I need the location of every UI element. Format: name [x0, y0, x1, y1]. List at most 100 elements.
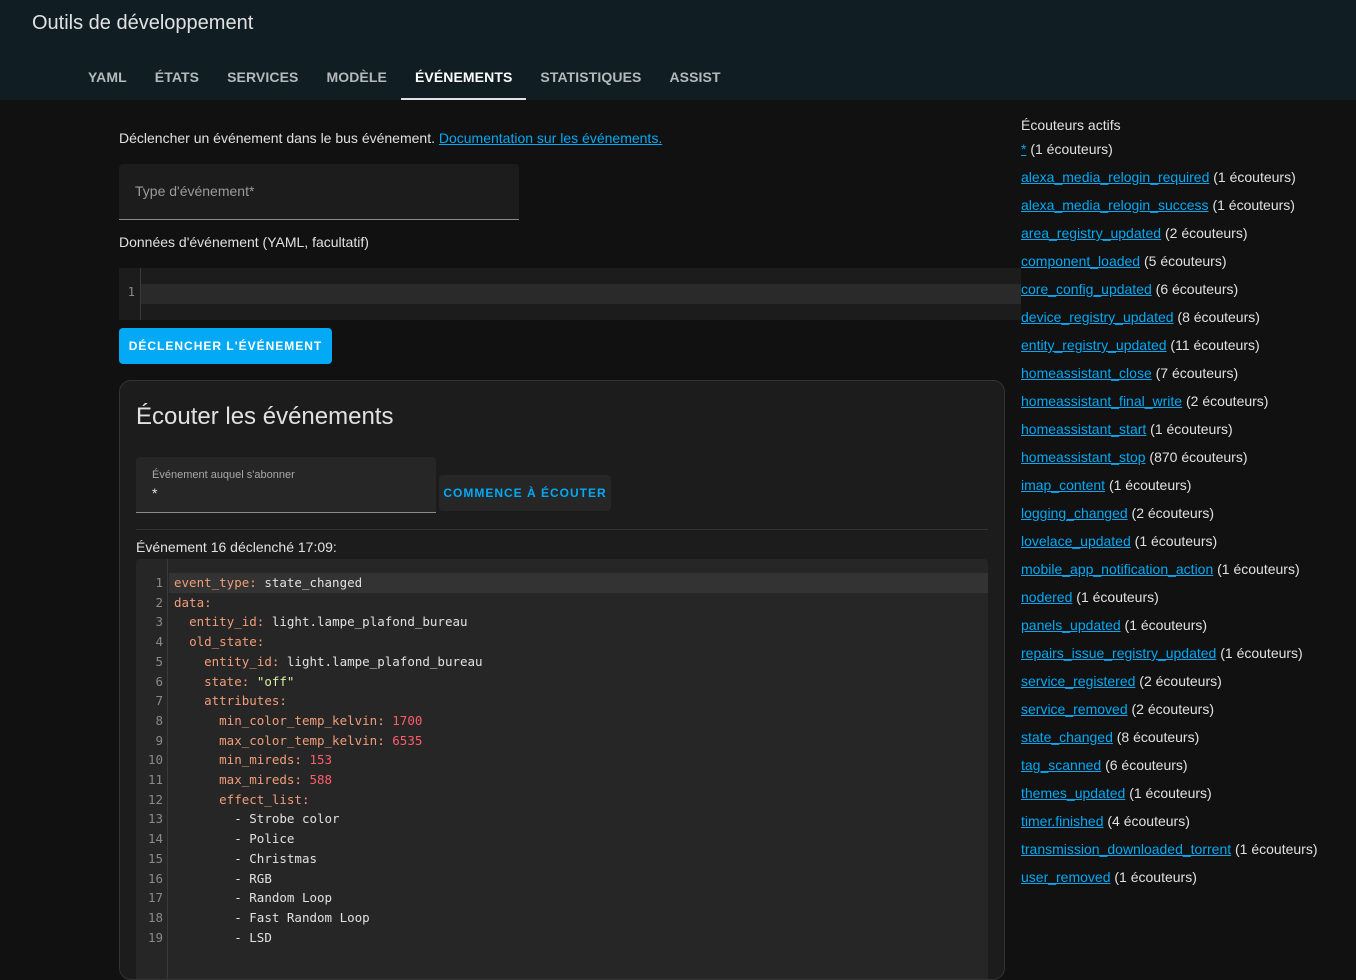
tab-events[interactable]: ÉVÉNEMENTS: [400, 54, 527, 100]
listener-event-link[interactable]: nodered: [1021, 589, 1072, 605]
listener-event-link[interactable]: service_removed: [1021, 701, 1128, 717]
listener-item: timer.finished (4 écouteurs): [1021, 812, 1341, 840]
code-line-number: 12: [147, 791, 163, 807]
listener-event-link[interactable]: homeassistant_start: [1021, 421, 1146, 437]
yaml-value: - Strobe color: [234, 811, 340, 827]
yaml-separator: :: [377, 732, 393, 748]
listener-event-link[interactable]: homeassistant_close: [1021, 365, 1152, 381]
listener-event-link[interactable]: area_registry_updated: [1021, 225, 1161, 241]
start-listening-button[interactable]: COMMENCE À ÉCOUTER: [439, 475, 611, 511]
listener-event-link[interactable]: device_registry_updated: [1021, 309, 1174, 325]
listener-count: (1 écouteurs): [1209, 169, 1296, 185]
code-line: 14 - Police: [136, 829, 988, 849]
subscribe-event-label: Événement auquel s'abonner: [152, 469, 295, 481]
listener-event-link[interactable]: imap_content: [1021, 477, 1105, 493]
listener-item: area_registry_updated (2 écouteurs): [1021, 224, 1341, 252]
listener-event-link[interactable]: core_config_updated: [1021, 281, 1152, 297]
listener-event-link[interactable]: homeassistant_final_write: [1021, 393, 1182, 409]
code-line-number: 9: [155, 732, 163, 748]
listener-event-link[interactable]: alexa_media_relogin_required: [1021, 169, 1209, 185]
event-type-input[interactable]: Type d'événement*: [119, 164, 519, 220]
tab-yaml[interactable]: YAML: [74, 54, 141, 100]
code-line-number: 5: [155, 653, 163, 669]
listener-event-link[interactable]: homeassistant_stop: [1021, 449, 1146, 465]
listener-count: (1 écouteurs): [1072, 589, 1159, 605]
listener-item: entity_registry_updated (11 écouteurs): [1021, 336, 1341, 364]
code-line-number: 11: [147, 772, 163, 787]
code-line: 9 max_color_temp_kelvin: 6535: [136, 731, 988, 751]
code-line: 16 - RGB: [136, 869, 988, 889]
tab-services[interactable]: SERVICES: [213, 54, 312, 100]
listener-event-link[interactable]: panels_updated: [1021, 617, 1121, 633]
listen-card-title: Écouter les événements: [136, 403, 394, 430]
editor-active-line[interactable]: [141, 284, 1021, 304]
listen-events-card: Écouter les événements Événement auquel …: [119, 380, 1005, 980]
yaml-value: - Random Loop: [234, 890, 333, 906]
listener-event-link[interactable]: component_loaded: [1021, 253, 1140, 269]
yaml-key: min_mireds: [219, 752, 295, 768]
code-line-text: state: "off": [174, 672, 294, 692]
tab-template[interactable]: MODÈLE: [312, 54, 401, 100]
listener-event-link[interactable]: user_removed: [1021, 869, 1111, 885]
code-line-text: entity_id: light.lampe_plafond_bureau: [174, 652, 482, 672]
yaml-value: 1700: [392, 712, 423, 728]
tab-assist[interactable]: ASSIST: [655, 54, 734, 100]
yaml-separator: :: [249, 575, 265, 590]
yaml-key: entity_id: [204, 653, 272, 669]
yaml-separator: :: [256, 634, 265, 650]
listener-item: transmission_downloaded_torrent (1 écout…: [1021, 840, 1341, 868]
listener-event-link[interactable]: logging_changed: [1021, 505, 1128, 521]
listener-count: (870 écouteurs): [1145, 449, 1248, 465]
listener-count: (1 écouteurs): [1231, 841, 1318, 857]
listener-event-link[interactable]: transmission_downloaded_torrent: [1021, 841, 1231, 857]
listener-event-link[interactable]: themes_updated: [1021, 785, 1125, 801]
listener-event-link[interactable]: entity_registry_updated: [1021, 337, 1167, 353]
tab-statistics[interactable]: STATISTIQUES: [526, 54, 655, 100]
code-line-text: event_type: state_changed: [174, 573, 362, 593]
fire-event-button[interactable]: DÉCLENCHER L'ÉVÉNEMENT: [119, 328, 332, 364]
code-line-number: 3: [155, 614, 163, 630]
listener-count: (11 écouteurs): [1166, 337, 1260, 353]
listener-event-link[interactable]: alexa_media_relogin_success: [1021, 197, 1209, 213]
code-line: 15 - Christmas: [136, 849, 988, 869]
yaml-value: state_changed: [264, 575, 363, 590]
listener-event-link[interactable]: repairs_issue_registry_updated: [1021, 645, 1216, 661]
listener-item: user_removed (1 écouteurs): [1021, 868, 1341, 896]
subscribe-event-input[interactable]: Événement auquel s'abonner *: [136, 457, 436, 513]
code-line: 4 old_state:: [136, 632, 988, 652]
code-line-number: 14: [147, 831, 163, 847]
event-type-label: Type d'événement*: [135, 183, 255, 199]
events-documentation-link[interactable]: Documentation sur les événements.: [439, 130, 662, 146]
listener-item: lovelace_updated (1 écouteurs): [1021, 532, 1341, 560]
listener-event-link[interactable]: timer.finished: [1021, 813, 1103, 829]
yaml-separator: :: [301, 791, 310, 807]
listener-item: repairs_issue_registry_updated (1 écoute…: [1021, 644, 1341, 672]
event-data-yaml-editor[interactable]: 1: [119, 268, 1021, 320]
listener-count: (6 écouteurs): [1101, 757, 1188, 773]
code-line-text: max_mireds: 588: [174, 770, 332, 790]
listener-item: core_config_updated (6 écouteurs): [1021, 280, 1341, 308]
code-line-number: 6: [155, 673, 163, 689]
listener-count: (5 écouteurs): [1140, 253, 1227, 269]
listener-count: (1 écouteurs): [1120, 617, 1208, 633]
yaml-key: entity_id: [189, 614, 257, 630]
code-line-text: - Christmas: [174, 849, 317, 869]
event-yaml-viewer[interactable]: 1 event_type: state_changed 2 data: 3 entity…: [136, 559, 988, 979]
listener-event-link[interactable]: tag_scanned: [1021, 757, 1101, 773]
listener-event-link[interactable]: service_registered: [1021, 673, 1135, 689]
listener-event-link[interactable]: mobile_app_notification_action: [1021, 561, 1213, 577]
yaml-separator: :: [294, 772, 310, 787]
listener-item: homeassistant_stop (870 écouteurs): [1021, 448, 1341, 476]
yaml-key: effect_list: [219, 791, 302, 807]
listener-count: (1 écouteurs): [1130, 533, 1218, 549]
code-line: 19 - LSD: [136, 928, 988, 948]
subscribe-event-value: *: [152, 485, 158, 501]
listener-event-link[interactable]: state_changed: [1021, 729, 1113, 745]
listener-event-link[interactable]: lovelace_updated: [1021, 533, 1131, 549]
tab-states[interactable]: ÉTATS: [141, 54, 213, 100]
